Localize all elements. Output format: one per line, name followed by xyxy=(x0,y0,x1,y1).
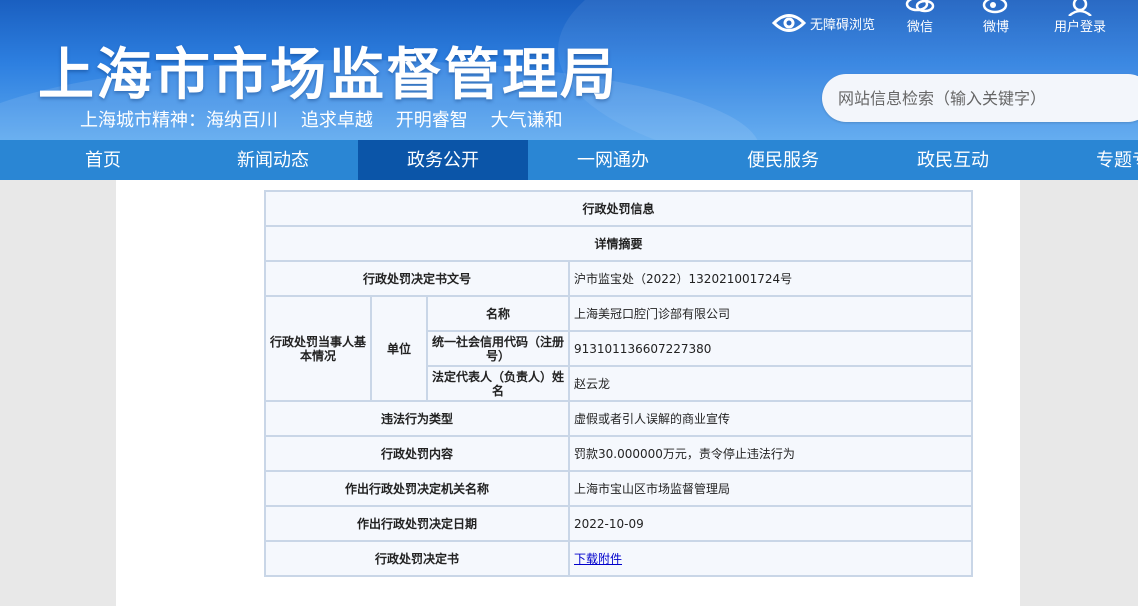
doc-number-label: 行政处罚决定书文号 xyxy=(264,260,570,297)
weibo-icon xyxy=(982,0,1008,14)
doc-number-value: 沪市监宝处（2022）132021001724号 xyxy=(567,260,974,297)
penalty-content-value: 罚款30.000000万元，责令停止违法行为 xyxy=(567,435,974,472)
table-subtitle: 详情摘要 xyxy=(263,225,974,262)
table-row: 作出行政处罚决定机关名称 上海市宝山区市场监督管理局 xyxy=(264,470,974,507)
party-label: 行政处罚当事人基本情况 xyxy=(264,295,372,402)
violation-type-label: 违法行为类型 xyxy=(264,400,570,437)
table-row: 行政处罚决定书文号 沪市监宝处（2022）132021001724号 xyxy=(264,260,974,297)
main-nav: 首页 新闻动态 政务公开 一网通办 便民服务 政民互动 专题专 xyxy=(0,140,1138,180)
table-row: 行政处罚当事人基本情况 单位 名称 上海美冠口腔门诊部有限公司 xyxy=(264,295,974,402)
nav-interaction[interactable]: 政民互动 xyxy=(868,140,1038,180)
accessibility-label: 无障碍浏览 xyxy=(810,17,876,33)
wechat-icon xyxy=(905,0,935,13)
penalty-content-label: 行政处罚内容 xyxy=(264,435,570,472)
weixin-link[interactable]: 微信 xyxy=(900,0,940,35)
login-link[interactable]: 用户登录 xyxy=(1050,0,1110,35)
table-row: 作出行政处罚决定日期 2022-10-09 xyxy=(264,505,974,542)
table-row: 行政处罚决定书 下载附件 xyxy=(264,540,974,577)
table-subtitle-row: 详情摘要 xyxy=(263,225,974,262)
authority-value: 上海市宝山区市场监督管理局 xyxy=(567,470,974,507)
table-title-row: 行政处罚信息 xyxy=(263,190,974,227)
penalty-info-table: 行政处罚信息 详情摘要 行政处罚决定书文号 沪市监宝处（2022）1320210… xyxy=(263,190,974,577)
credit-code-label: 统一社会信用代码（注册号） xyxy=(426,330,570,367)
header-banner: 上海市市场监督管理局 上海城市精神：海纳百川 追求卓越 开明睿智 大气谦和 无障… xyxy=(0,0,1138,140)
nav-public-service[interactable]: 便民服务 xyxy=(698,140,868,180)
table-row: 行政处罚内容 罚款30.000000万元，责令停止违法行为 xyxy=(264,435,974,472)
accessibility-link[interactable]: 无障碍浏览 xyxy=(772,10,875,36)
decision-doc-cell: 下载附件 xyxy=(567,540,974,577)
login-label: 用户登录 xyxy=(1053,20,1106,35)
table-row: 违法行为类型 虚假或者引人误解的商业宣传 xyxy=(264,400,974,437)
search-box xyxy=(822,74,1138,122)
nav-news[interactable]: 新闻动态 xyxy=(188,140,358,180)
weibo-label: 微博 xyxy=(982,20,1009,35)
legal-rep-label: 法定代表人（负责人）姓名 xyxy=(426,365,570,402)
search-input[interactable] xyxy=(822,74,1138,122)
nav-one-stop-service[interactable]: 一网通办 xyxy=(528,140,698,180)
user-icon xyxy=(1068,0,1092,16)
weixin-label: 微信 xyxy=(906,20,933,35)
decision-date-value: 2022-10-09 xyxy=(567,505,974,542)
decision-doc-label: 行政处罚决定书 xyxy=(264,540,570,577)
credit-code-value: 913101136607227380 xyxy=(567,330,974,367)
name-label: 名称 xyxy=(426,295,570,332)
violation-type-value: 虚假或者引人误解的商业宣传 xyxy=(567,400,974,437)
site-title[interactable]: 上海市市场监督管理局 xyxy=(38,30,618,111)
site-slogan: 上海城市精神：海纳百川 追求卓越 开明睿智 大气谦和 xyxy=(80,110,563,131)
decision-date-label: 作出行政处罚决定日期 xyxy=(264,505,570,542)
unit-label: 单位 xyxy=(370,295,428,402)
weibo-link[interactable]: 微博 xyxy=(976,0,1016,35)
eye-icon xyxy=(772,14,806,32)
authority-label: 作出行政处罚决定机关名称 xyxy=(264,470,570,507)
legal-rep-value: 赵云龙 xyxy=(567,365,974,402)
nav-gov-affairs[interactable]: 政务公开 xyxy=(358,140,528,180)
download-attachment-link[interactable]: 下载附件 xyxy=(574,552,622,566)
table-title: 行政处罚信息 xyxy=(263,190,974,227)
nav-special-topics[interactable]: 专题专 xyxy=(1038,140,1138,180)
nav-home[interactable]: 首页 xyxy=(18,140,188,180)
name-value: 上海美冠口腔门诊部有限公司 xyxy=(567,295,974,332)
